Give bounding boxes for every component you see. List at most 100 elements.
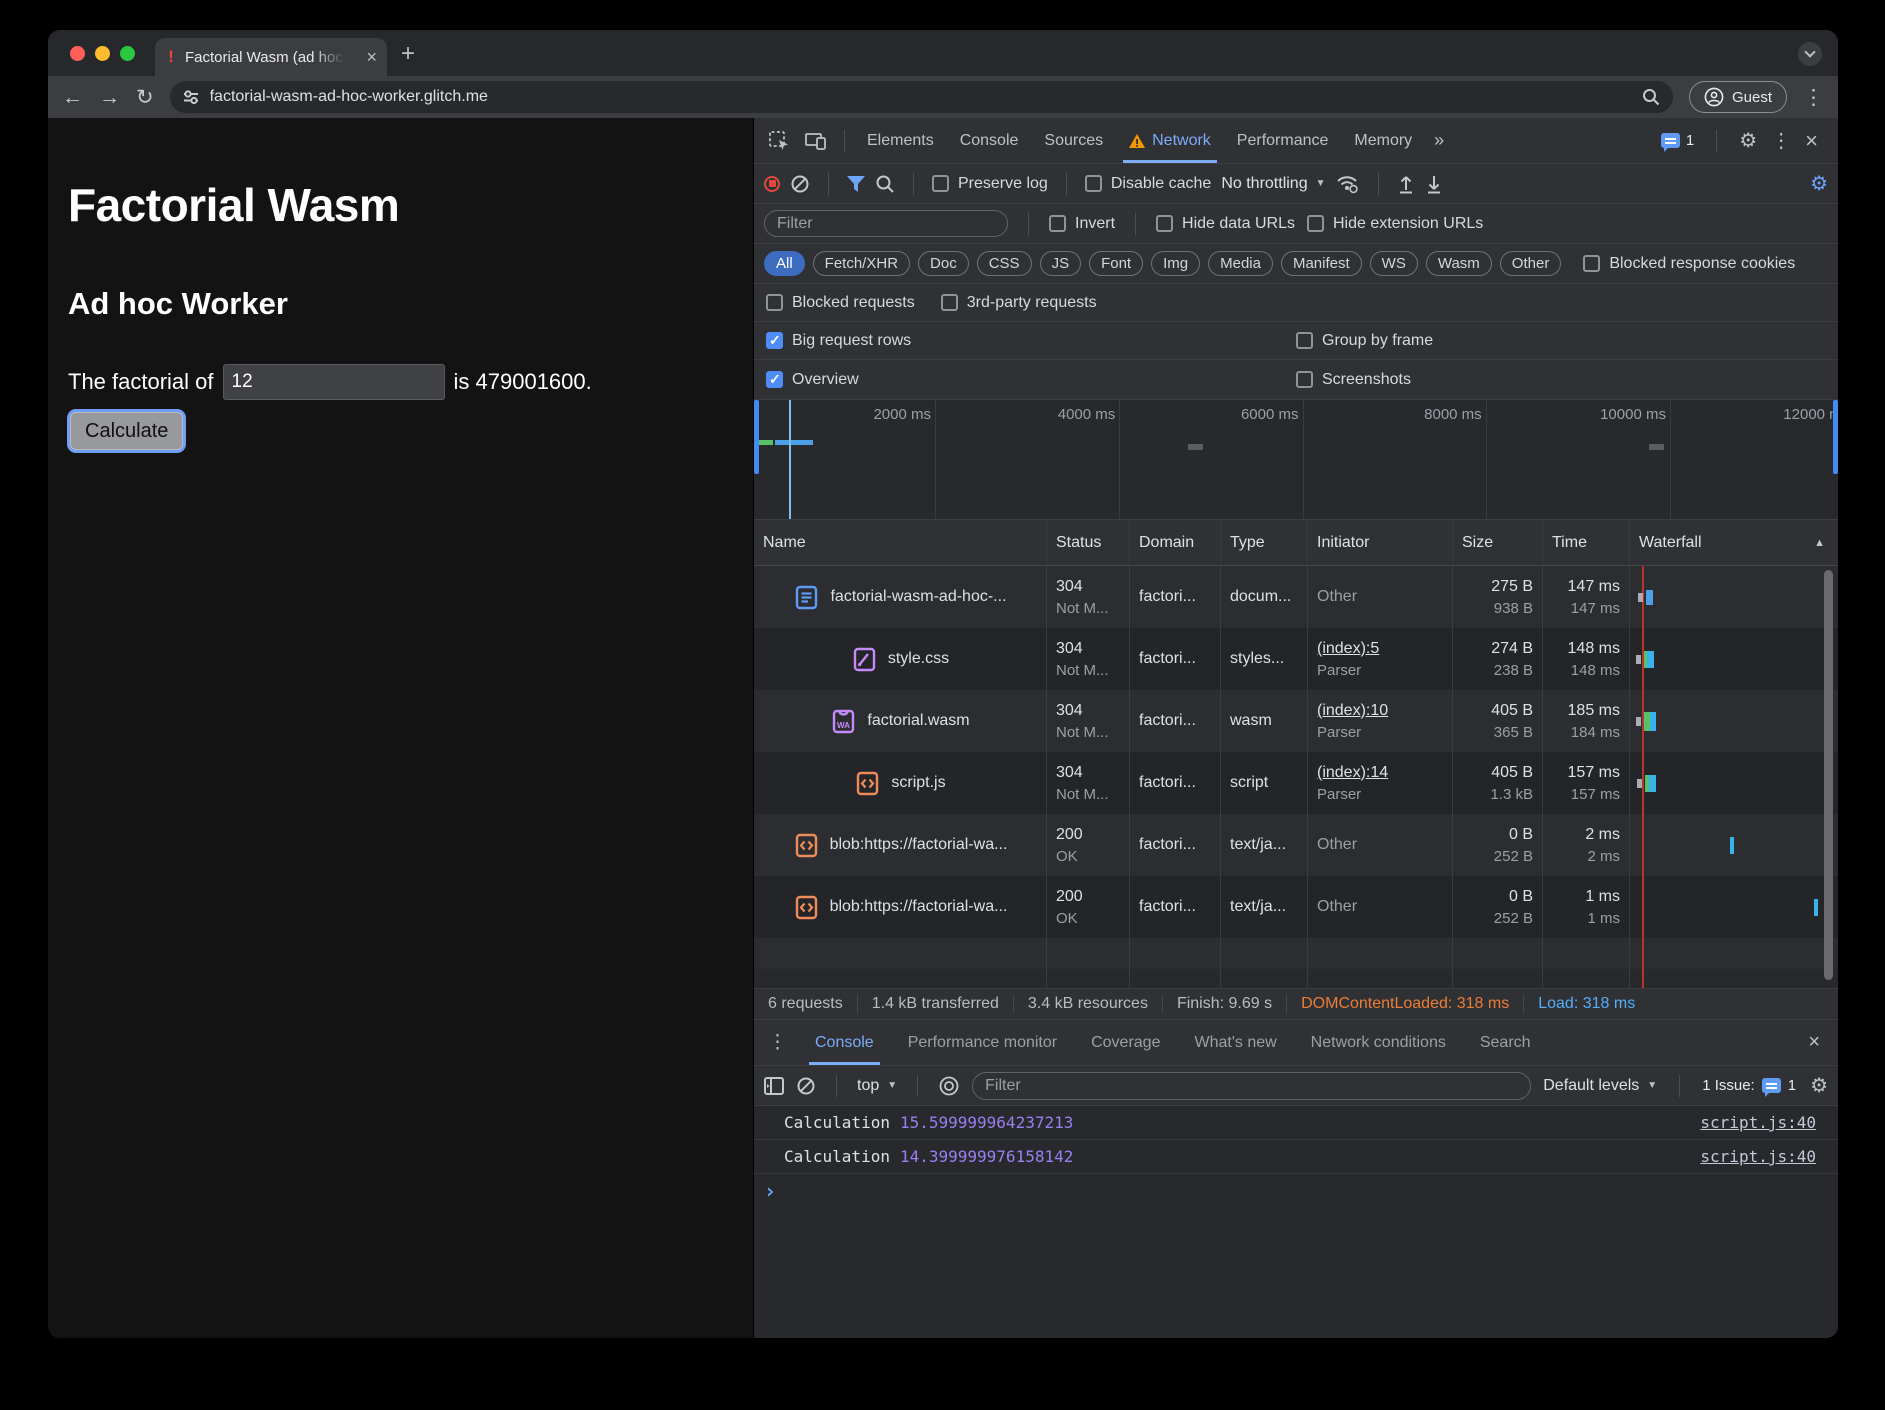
console-message[interactable]: Calculation 14.399999976158142 script.js… — [754, 1140, 1838, 1174]
tab-network[interactable]: Network — [1117, 118, 1223, 163]
network-filter-input[interactable] — [764, 210, 1008, 237]
import-har-icon[interactable] — [1397, 174, 1415, 194]
clear-console-icon[interactable] — [796, 1076, 816, 1096]
column-header-waterfall[interactable]: Waterfall ▲ — [1630, 520, 1838, 565]
column-header-initiator[interactable]: Initiator — [1308, 520, 1453, 565]
issues-counter[interactable]: 1 Issue: 1 — [1702, 1077, 1796, 1094]
console-prompt-row[interactable]: › — [754, 1174, 1838, 1208]
maximize-window-button[interactable] — [120, 46, 135, 61]
browser-tab[interactable]: ! Factorial Wasm (ad hoc Work × — [155, 38, 387, 76]
hide-data-urls-checkbox[interactable] — [1156, 215, 1173, 232]
column-header-domain[interactable]: Domain — [1130, 520, 1221, 565]
table-scrollbar[interactable] — [1824, 570, 1833, 980]
drawer-tab-console[interactable]: Console — [799, 1020, 890, 1065]
reload-button[interactable]: ↻ — [136, 87, 154, 108]
clear-network-log-icon[interactable] — [790, 174, 810, 194]
overview-left-handle[interactable] — [754, 400, 759, 474]
console-message[interactable]: Calculation 15.599999964237213 script.js… — [754, 1106, 1838, 1140]
tab-search-button[interactable] — [1798, 42, 1822, 66]
overview-right-handle[interactable] — [1833, 400, 1838, 474]
filter-funnel-icon[interactable] — [847, 176, 865, 192]
tab-memory[interactable]: Memory — [1342, 118, 1424, 163]
minimize-window-button[interactable] — [95, 46, 110, 61]
devtools-menu-icon[interactable]: ⋮ — [1771, 131, 1791, 151]
disable-cache-checkbox[interactable] — [1085, 175, 1102, 192]
chip-fetch-xhr[interactable]: Fetch/XHR — [813, 251, 910, 276]
column-header-size[interactable]: Size — [1453, 520, 1543, 565]
chip-other[interactable]: Other — [1500, 251, 1562, 276]
source-link[interactable]: script.js:40 — [1700, 1113, 1816, 1132]
live-expression-eye-icon[interactable] — [938, 1075, 960, 1097]
preserve-log-checkbox[interactable] — [932, 175, 949, 192]
table-row[interactable]: blob:https://factorial-wa... 200OK facto… — [754, 876, 1838, 938]
browser-menu-button[interactable]: ⋮ — [1803, 87, 1824, 108]
drawer-tab-whats-new[interactable]: What's new — [1178, 1020, 1292, 1065]
calculate-button[interactable]: Calculate — [70, 412, 183, 450]
source-link[interactable]: script.js:40 — [1700, 1147, 1816, 1166]
tab-performance[interactable]: Performance — [1225, 118, 1341, 163]
console-settings-gear-icon[interactable]: ⚙ — [1810, 1076, 1828, 1096]
initiator-link[interactable]: (index):10 — [1317, 702, 1443, 720]
overview-checkbox[interactable] — [766, 371, 783, 388]
big-request-rows-checkbox[interactable] — [766, 332, 783, 349]
inspect-element-icon[interactable] — [768, 130, 790, 152]
initiator-link[interactable]: (index):5 — [1317, 640, 1443, 658]
column-header-name[interactable]: Name — [754, 520, 1047, 565]
tab-console[interactable]: Console — [948, 118, 1031, 163]
back-button[interactable]: ← — [62, 87, 83, 108]
chip-manifest[interactable]: Manifest — [1281, 251, 1362, 276]
forward-button[interactable]: → — [99, 87, 120, 108]
site-settings-icon[interactable] — [182, 88, 200, 106]
chip-img[interactable]: Img — [1151, 251, 1200, 276]
invert-checkbox[interactable] — [1049, 215, 1066, 232]
column-header-time[interactable]: Time — [1543, 520, 1630, 565]
column-header-type[interactable]: Type — [1221, 520, 1308, 565]
factorial-input[interactable] — [223, 364, 445, 400]
table-row[interactable]: script.js 304Not M... factori... script … — [754, 752, 1838, 814]
profile-button[interactable]: Guest — [1689, 81, 1787, 113]
console-filter-input[interactable] — [972, 1072, 1531, 1100]
drawer-tab-performance-monitor[interactable]: Performance monitor — [892, 1020, 1073, 1065]
device-toolbar-icon[interactable] — [804, 130, 828, 152]
export-har-icon[interactable] — [1425, 174, 1443, 194]
record-network-log-button[interactable] — [764, 176, 780, 192]
third-party-requests-checkbox[interactable] — [941, 294, 958, 311]
drawer-close-icon[interactable]: × — [1808, 1031, 1834, 1054]
chip-font[interactable]: Font — [1089, 251, 1143, 276]
chip-wasm[interactable]: Wasm — [1426, 251, 1492, 276]
console-sidebar-icon[interactable] — [764, 1077, 784, 1095]
network-overview-timeline[interactable]: 2000 ms 4000 ms 6000 ms 8000 ms 10000 ms… — [754, 400, 1838, 520]
devtools-close-icon[interactable]: × — [1805, 130, 1818, 152]
chip-ws[interactable]: WS — [1370, 251, 1418, 276]
tab-elements[interactable]: Elements — [855, 118, 946, 163]
initiator-link[interactable]: (index):14 — [1317, 764, 1443, 782]
hide-extension-urls-checkbox[interactable] — [1307, 215, 1324, 232]
throttling-select[interactable]: No throttling ▼ — [1221, 175, 1325, 193]
screenshots-checkbox[interactable] — [1296, 371, 1313, 388]
chip-doc[interactable]: Doc — [918, 251, 969, 276]
drawer-tab-search[interactable]: Search — [1464, 1020, 1547, 1065]
context-select[interactable]: top ▼ — [857, 1077, 897, 1095]
group-by-frame-checkbox[interactable] — [1296, 332, 1313, 349]
blocked-requests-checkbox[interactable] — [766, 294, 783, 311]
table-row[interactable]: style.css 304Not M... factori... styles.… — [754, 628, 1838, 690]
table-row[interactable]: WAfactorial.wasm 304Not M... factori... … — [754, 690, 1838, 752]
drawer-tab-network-conditions[interactable]: Network conditions — [1295, 1020, 1462, 1065]
tab-close-icon[interactable]: × — [366, 48, 377, 66]
chip-js[interactable]: JS — [1040, 251, 1082, 276]
column-header-status[interactable]: Status — [1047, 520, 1130, 565]
chip-media[interactable]: Media — [1208, 251, 1273, 276]
drawer-menu-icon[interactable]: ⋮ — [758, 1031, 797, 1054]
network-conditions-icon[interactable] — [1336, 174, 1360, 194]
more-tabs-button[interactable]: » — [1426, 130, 1452, 151]
chip-all[interactable]: All — [764, 251, 805, 276]
drawer-tab-coverage[interactable]: Coverage — [1075, 1020, 1176, 1065]
tab-sources[interactable]: Sources — [1032, 118, 1115, 163]
issues-counter[interactable]: 1 — [1661, 132, 1694, 149]
zoom-page-icon[interactable] — [1641, 87, 1661, 107]
address-bar[interactable]: factorial-wasm-ad-hoc-worker.glitch.me — [170, 81, 1673, 113]
search-icon[interactable] — [875, 174, 895, 194]
settings-gear-icon[interactable]: ⚙ — [1739, 131, 1757, 151]
new-tab-button[interactable]: + — [401, 40, 415, 68]
table-row[interactable]: blob:https://factorial-wa... 200OK facto… — [754, 814, 1838, 876]
